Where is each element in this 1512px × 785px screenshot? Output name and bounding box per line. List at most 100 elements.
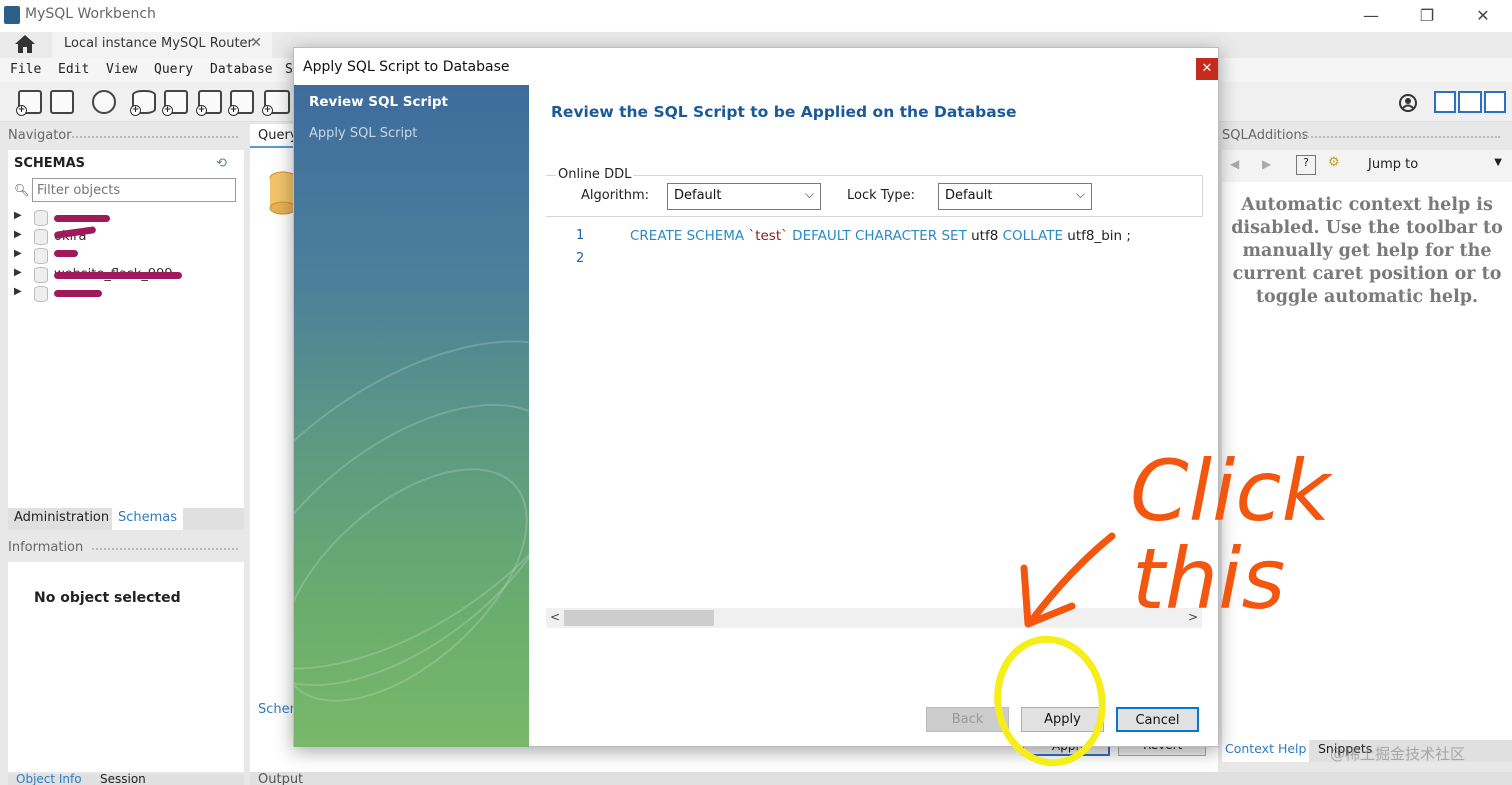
plus-icon: + [16, 105, 27, 116]
expand-arrow-icon[interactable]: ▶ [14, 210, 22, 221]
sql-identifier: utf8_bin ; [1067, 228, 1131, 244]
schema-row[interactable]: ▶ [14, 247, 234, 266]
menu-file[interactable]: File [10, 62, 41, 77]
no-object-selected-text: No object selected [34, 590, 181, 606]
menu-server[interactable]: S [285, 62, 293, 77]
create-view-icon[interactable]: + [196, 90, 222, 116]
tab-context-help[interactable]: Context Help [1222, 740, 1310, 762]
schemas-navigator: SCHEMAS ⟲ 🔍︎ ▶ ▶ okira ▶ ▶ website_flask… [8, 150, 244, 508]
open-sql-script-icon[interactable] [50, 90, 74, 114]
lock-type-select[interactable]: Default ⌵ [938, 183, 1092, 210]
chevron-down-icon: ⌵ [1075, 187, 1085, 201]
sql-additions-title: SQLAdditions [1222, 128, 1309, 143]
create-function-icon[interactable]: + [262, 90, 290, 116]
algorithm-value: Default [674, 188, 722, 203]
new-sql-tab-icon[interactable]: + [16, 90, 42, 116]
algorithm-select[interactable]: Default ⌵ [667, 183, 821, 210]
database-icon [34, 267, 48, 283]
tab-schemas[interactable]: Schemas [112, 508, 184, 530]
toggle-output-icon[interactable] [1458, 91, 1482, 113]
connection-tab-label: Local instance MySQL Router [64, 36, 253, 51]
tab-object-info[interactable]: Object Info [16, 772, 82, 785]
sql-identifier: utf8 [971, 228, 999, 244]
tab-session[interactable]: Session [100, 772, 146, 785]
algorithm-label: Algorithm: [581, 188, 650, 203]
menu-view[interactable]: View [106, 62, 137, 77]
back-arrow-icon[interactable]: ◀ [1230, 157, 1239, 171]
back-button[interactable]: Back [926, 707, 1009, 732]
header-divider [72, 136, 238, 140]
header-divider [92, 548, 238, 552]
redaction-scribble [54, 215, 110, 222]
toggle-secondary-sidebar-icon[interactable] [1484, 91, 1506, 113]
plus-icon: + [196, 105, 207, 116]
schemas-title: SCHEMAS [14, 156, 86, 171]
connection-tab[interactable]: Local instance MySQL Router ✕ [52, 32, 272, 58]
context-help-text: Automatic context help is disabled. Use … [1231, 195, 1503, 307]
menu-edit[interactable]: Edit [58, 62, 89, 77]
expand-arrow-icon[interactable]: ▶ [14, 248, 22, 259]
forward-arrow-icon[interactable]: ▶ [1262, 157, 1271, 171]
toggle-sidebar-icon[interactable] [1434, 91, 1456, 113]
search-icon: 🔍︎ [14, 183, 30, 197]
window-titlebar: MySQL Workbench — ❐ ✕ [0, 0, 1512, 32]
expand-arrow-icon[interactable]: ▶ [14, 229, 22, 240]
database-icon [34, 229, 48, 245]
information-title: Information [8, 540, 84, 555]
manual-help-icon[interactable]: ? [1296, 155, 1316, 175]
scroll-left-icon[interactable]: < [550, 610, 560, 624]
scrollbar-thumb[interactable] [564, 610, 714, 626]
window-title: MySQL Workbench [25, 6, 156, 22]
auto-help-icon[interactable]: ⚙ [1328, 155, 1340, 170]
output-title: Output [258, 772, 304, 785]
tab-administration[interactable]: Administration [8, 508, 116, 530]
refresh-icon[interactable]: ⟲ [216, 156, 227, 171]
line-number: 1 [576, 228, 585, 243]
close-window-button[interactable]: ✕ [1468, 4, 1498, 28]
sql-keyword: DEFAULT CHARACTER SET [787, 228, 972, 244]
expand-arrow-icon[interactable]: ▶ [14, 267, 22, 278]
dialog-heading: Review the SQL Script to be Applied on t… [551, 103, 1017, 121]
online-ddl-legend: Online DDL [556, 167, 634, 182]
scroll-right-icon[interactable]: > [1188, 610, 1198, 624]
minimize-button[interactable]: — [1356, 4, 1386, 28]
jump-to-select[interactable]: Jump to ▼ [1360, 155, 1506, 177]
redaction-scribble [54, 290, 102, 297]
menu-query[interactable]: Query [154, 62, 193, 77]
apply-button[interactable]: Apply [1021, 707, 1104, 732]
inspector-icon[interactable] [92, 90, 116, 114]
home-icon[interactable] [14, 34, 36, 54]
sql-keyword: COLLATE [998, 228, 1068, 244]
dialog-close-button[interactable]: ✕ [1196, 58, 1218, 80]
filter-objects-input[interactable] [32, 178, 236, 202]
create-procedure-icon[interactable]: + [228, 90, 254, 116]
create-table-icon[interactable]: + [162, 90, 188, 116]
query-tab[interactable]: Query [250, 126, 298, 148]
redaction-scribble [54, 250, 78, 257]
schema-row[interactable]: ▶ [14, 209, 234, 228]
expand-arrow-icon[interactable]: ▶ [14, 286, 22, 297]
plus-icon: + [130, 105, 141, 116]
information-header: Information [8, 540, 244, 558]
database-icon [34, 286, 48, 302]
sql-additions-panel: ◀ ▶ ? ⚙ Jump to ▼ Automatic context help… [1222, 150, 1512, 740]
menu-database[interactable]: Database [210, 62, 273, 77]
close-tab-icon[interactable]: ✕ [250, 35, 262, 51]
schema-row[interactable]: ▶ okira [14, 226, 234, 247]
lock-type-label: Lock Type: [847, 188, 916, 203]
schema-row[interactable]: ▶ [14, 285, 234, 304]
schema-row[interactable]: ▶ website_flask_999 [14, 266, 234, 285]
sql-script-line[interactable]: CREATE SCHEMA `test` DEFAULT CHARACTER S… [630, 228, 1131, 244]
settings-icon[interactable] [1398, 93, 1418, 113]
navigator-header: Navigator [8, 128, 244, 146]
sql-keyword: CREATE SCHEMA [630, 228, 749, 244]
redaction-scribble [54, 272, 182, 279]
lock-type-value: Default [945, 188, 993, 203]
create-schema-icon[interactable]: + [130, 90, 156, 116]
restore-button[interactable]: ❐ [1412, 4, 1442, 28]
dialog-title: Apply SQL Script to Database [303, 59, 510, 75]
line-number: 2 [576, 251, 585, 266]
cancel-button[interactable]: Cancel [1116, 707, 1199, 732]
sql-string: `test` [748, 228, 788, 244]
horizontal-scrollbar[interactable]: < > [546, 608, 1202, 628]
